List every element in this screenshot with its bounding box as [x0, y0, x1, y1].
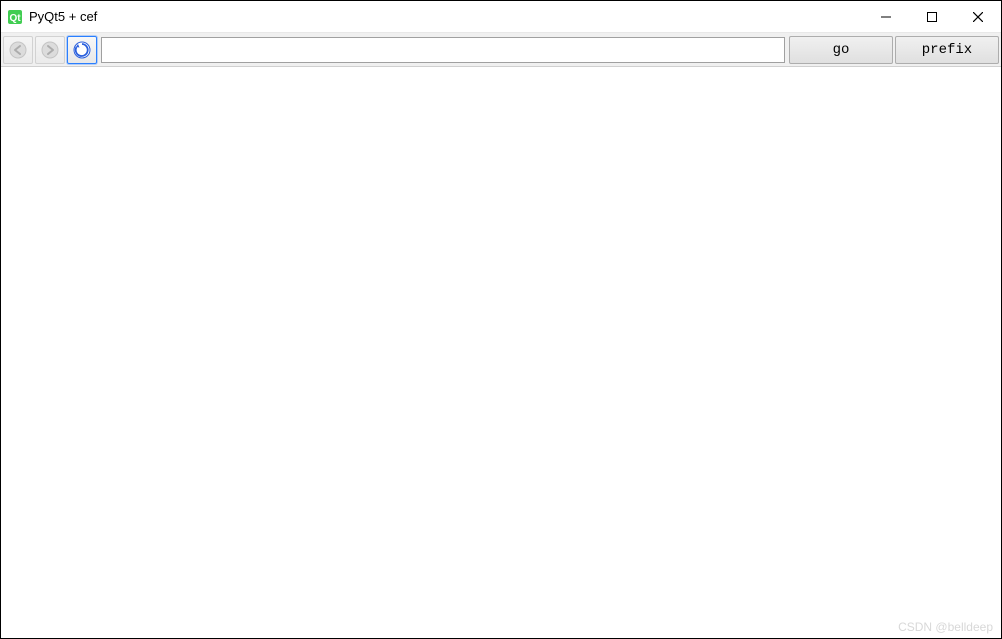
titlebar: Qt PyQt5 + cef: [1, 1, 1001, 33]
qt-app-icon: Qt: [7, 9, 23, 25]
window-title: PyQt5 + cef: [29, 9, 863, 24]
toolbar: go prefix: [1, 33, 1001, 67]
forward-arrow-icon: [40, 40, 60, 60]
watermark-text: CSDN @belldeep: [898, 620, 993, 634]
reload-icon: [72, 40, 92, 60]
minimize-button[interactable]: [863, 1, 909, 32]
back-button[interactable]: [3, 36, 33, 64]
window-controls: [863, 1, 1001, 32]
back-arrow-icon: [8, 40, 28, 60]
application-window: Qt PyQt5 + cef: [0, 0, 1002, 639]
maximize-button[interactable]: [909, 1, 955, 32]
reload-button[interactable]: [67, 36, 97, 64]
close-button[interactable]: [955, 1, 1001, 32]
url-input[interactable]: [101, 37, 785, 63]
go-button[interactable]: go: [789, 36, 893, 64]
prefix-button[interactable]: prefix: [895, 36, 999, 64]
forward-button[interactable]: [35, 36, 65, 64]
browser-content-area: CSDN @belldeep: [1, 67, 1001, 638]
svg-text:Qt: Qt: [9, 13, 21, 24]
